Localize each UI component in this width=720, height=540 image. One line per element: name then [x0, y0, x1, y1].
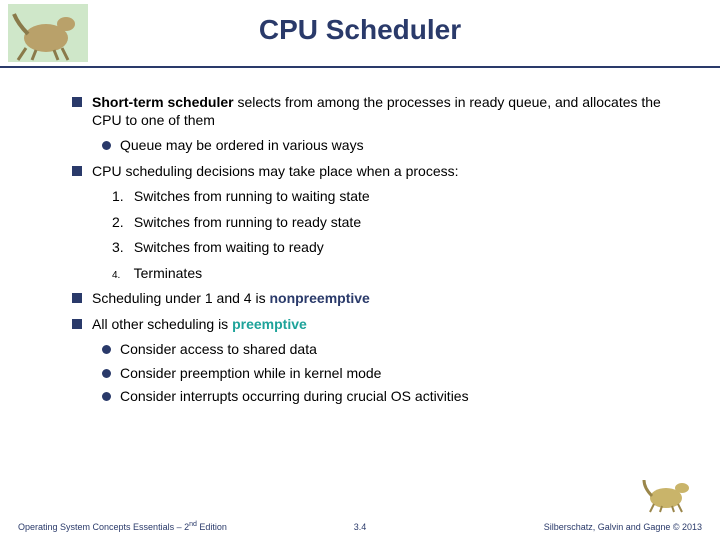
term-nonpreemptive: nonpreemptive — [269, 290, 369, 306]
list-item-2: 2. Switches from running to ready state — [108, 214, 680, 232]
dinosaur-icon — [8, 4, 88, 62]
list-text: Switches from running to waiting state — [134, 188, 370, 204]
bullet-text: Scheduling under 1 and 4 is — [92, 290, 269, 306]
list-number: 4. — [112, 270, 130, 283]
sub-bullet-queue-order: Queue may be ordered in various ways — [100, 137, 680, 155]
bullet-short-term: Short-term scheduler selects from among … — [72, 94, 680, 129]
bullet-scheduling-decisions: CPU scheduling decisions may take place … — [72, 163, 680, 181]
footer-book-title: Operating System Concepts Essentials – 2… — [18, 521, 227, 532]
sub-bullet-interrupts: Consider interrupts occurring during cru… — [100, 388, 680, 406]
dinosaur-icon — [642, 474, 696, 514]
footer-page-number: 3.4 — [354, 522, 367, 532]
list-number: 3. — [112, 239, 130, 257]
bullet-preemptive: All other scheduling is preemptive — [72, 316, 680, 334]
slide-content: Short-term scheduler selects from among … — [0, 68, 720, 406]
term-short-term-scheduler: Short-term scheduler — [92, 94, 234, 110]
list-item-4: 4. Terminates — [108, 265, 680, 283]
sub-bullet-kernel-mode: Consider preemption while in kernel mode — [100, 365, 680, 383]
sub-bullet-shared-data: Consider access to shared data — [100, 341, 680, 359]
bullet-nonpreemptive: Scheduling under 1 and 4 is nonpreemptiv… — [72, 290, 680, 308]
list-text: Switches from waiting to ready — [134, 239, 324, 255]
list-number: 1. — [112, 188, 130, 206]
slide-header: CPU Scheduler — [0, 0, 720, 68]
slide-title: CPU Scheduler — [0, 0, 720, 46]
list-text: Switches from running to ready state — [134, 214, 361, 230]
slide-footer: Operating System Concepts Essentials – 2… — [0, 512, 720, 532]
list-item-3: 3. Switches from waiting to ready — [108, 239, 680, 257]
bullet-text: All other scheduling is — [92, 316, 232, 332]
list-text: Terminates — [134, 265, 202, 281]
list-item-1: 1. Switches from running to waiting stat… — [108, 188, 680, 206]
term-preemptive: preemptive — [232, 316, 307, 332]
footer-copyright: Silberschatz, Galvin and Gagne © 2013 — [544, 522, 702, 532]
list-number: 2. — [112, 214, 130, 232]
slide: CPU Scheduler Short-term scheduler selec… — [0, 0, 720, 540]
